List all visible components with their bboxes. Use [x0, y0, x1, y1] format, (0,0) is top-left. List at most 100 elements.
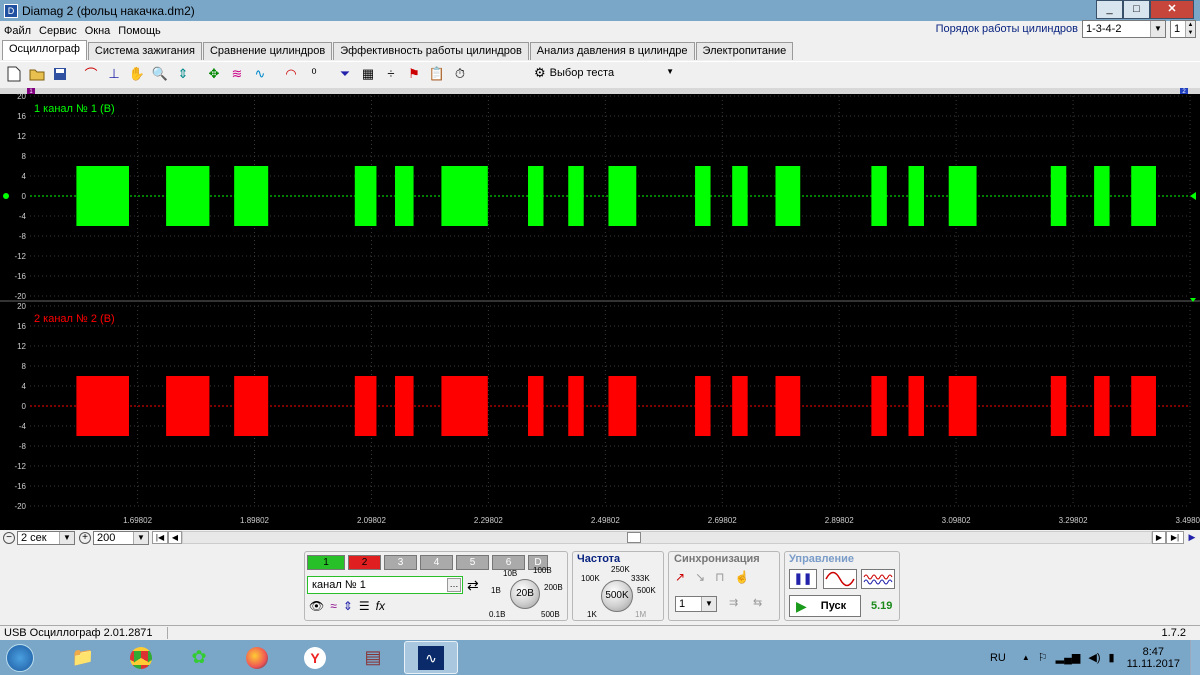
eye-icon[interactable]: 👁 — [309, 599, 324, 613]
maximize-button[interactable]: □ — [1123, 0, 1150, 19]
sync-channel-value: 1 — [679, 598, 686, 610]
menu-windows[interactable]: Окна — [81, 25, 115, 37]
oscilloscope-display[interactable]: 1 2 20 16 12 8 4 0 -4 -8 -12 -16 -20 1 канал № 1 (В) 2… — [0, 88, 1200, 530]
start-menu-button[interactable] — [0, 641, 40, 675]
voltage-knob[interactable]: 20В — [510, 579, 540, 609]
tray-chevron-icon[interactable]: ▲ — [1022, 653, 1030, 662]
y-tick-label: -16 — [14, 272, 26, 281]
pulse-icon[interactable]: ⊓ — [715, 570, 724, 584]
start-button[interactable]: ▶ Пуск — [789, 595, 861, 617]
scroll-last-button[interactable]: ▶| — [1166, 531, 1184, 544]
yandex-task[interactable]: Y — [288, 641, 342, 674]
zoom-icon[interactable]: 🔍 — [150, 64, 170, 84]
volume-icon[interactable]: ◀) — [1088, 651, 1100, 664]
notes-icon[interactable]: 📋 — [427, 64, 447, 84]
more-icon[interactable]: … — [447, 578, 461, 592]
control-panel: Управление ❚❚ ▶ Пуск 5.19 — [784, 551, 900, 621]
show-desktop-button[interactable] — [1190, 640, 1200, 675]
channel-1-button[interactable]: 1 — [307, 555, 345, 570]
sync-channel-select[interactable]: 1 ▼ — [675, 596, 717, 612]
channel-4-button[interactable]: 4 — [420, 555, 453, 570]
menu-help[interactable]: Помощь — [114, 25, 165, 37]
tab-cylinder-compare[interactable]: Сравнение цилиндров — [202, 42, 333, 60]
play-forward-button[interactable]: ▶ — [1184, 531, 1200, 544]
table-icon[interactable]: ▦ — [358, 64, 378, 84]
clock-date: 11.11.2017 — [1126, 657, 1180, 670]
points-select[interactable]: 200 ▼ — [93, 530, 149, 545]
auto-scale-icon[interactable]: ⌒ — [81, 64, 101, 84]
tab-cylinder-efficiency[interactable]: Эффективность работы цилиндров — [333, 42, 529, 60]
clock[interactable]: 8:47 11.11.2017 — [1127, 646, 1180, 670]
fx-icon[interactable]: fx — [376, 599, 385, 613]
single-wave-button[interactable] — [823, 569, 857, 589]
minimize-button[interactable]: _ — [1096, 0, 1123, 19]
hand-icon[interactable]: ✋ — [127, 64, 147, 84]
falling-edge-icon[interactable]: ↘ — [695, 570, 705, 584]
scrollbar-thumb[interactable] — [627, 532, 641, 543]
icq-flower-icon: ✿ — [191, 647, 207, 667]
winrar-task[interactable]: ▤ — [346, 641, 400, 674]
arrows-vertical-icon[interactable]: ⇕ — [343, 599, 353, 613]
horizontal-scrollbar[interactable] — [182, 531, 1152, 544]
continuous-wave-button[interactable] — [861, 569, 895, 589]
flag-icon[interactable]: ⚑ — [404, 64, 424, 84]
zoom-in-icon[interactable]: + — [79, 531, 91, 544]
waves-alt-icon[interactable]: ∿ — [250, 64, 270, 84]
sync-pointer-icon[interactable]: ☝ — [735, 570, 750, 584]
frequency-knob[interactable]: 500K — [601, 580, 633, 612]
flag-tray-icon[interactable]: ⚐ — [1038, 651, 1048, 664]
menu-service[interactable]: Сервис — [35, 25, 81, 37]
firefox-task[interactable] — [230, 641, 284, 674]
channel-settings-icon[interactable]: ⇄ — [467, 577, 479, 594]
scroll-first-button[interactable]: |◀ — [152, 531, 168, 544]
language-indicator[interactable]: RU — [990, 652, 1006, 664]
test-select-label: Выбор теста — [549, 67, 615, 79]
clock-time: 8:47 — [1142, 645, 1164, 658]
scroll-next-button[interactable]: ▶ — [1152, 531, 1166, 544]
cylinder-spinner[interactable]: 1 ▲ ▼ — [1170, 20, 1196, 38]
tab-pressure-analysis[interactable]: Анализ давления в цилиндре — [529, 42, 695, 60]
explorer-task[interactable]: 📁 — [56, 641, 110, 674]
cylinder-order-select[interactable]: 1-3-4-2 ▼ — [1082, 20, 1166, 38]
firefox-icon — [246, 646, 268, 669]
tab-power[interactable]: Электропитание — [695, 42, 794, 60]
sync-right-icon[interactable]: ⇆ — [753, 596, 762, 609]
chrome-task[interactable] — [114, 641, 168, 674]
tab-ignition[interactable]: Система зажигания — [87, 42, 202, 60]
channel-name-field[interactable]: канал № 1 … — [307, 576, 463, 594]
filter-icon[interactable]: ⏷ — [335, 64, 355, 84]
invert-icon[interactable]: ≈ — [330, 599, 337, 613]
channel-5-button[interactable]: 5 — [456, 555, 489, 570]
channel-3-button[interactable]: 3 — [384, 555, 417, 570]
diamag-task[interactable]: ∿ — [404, 641, 458, 674]
auto-test-icon[interactable]: ⏱ — [450, 64, 470, 84]
sync-left-icon[interactable]: ⇉ — [729, 596, 738, 609]
zoom-out-icon[interactable]: − — [3, 531, 15, 544]
y-tick-label: 20 — [17, 92, 26, 101]
lines-icon[interactable]: ☰ — [359, 599, 370, 613]
tab-oscilloscope[interactable]: Осциллограф — [2, 40, 87, 60]
fit-icon[interactable]: ⇕ — [173, 64, 193, 84]
close-button[interactable]: ✕ — [1150, 0, 1194, 19]
open-folder-icon[interactable] — [27, 64, 47, 84]
menu-file[interactable]: Файл — [0, 25, 35, 37]
zero-icon[interactable]: ⁰ — [304, 64, 324, 84]
timebase-select[interactable]: 2 сек ▼ — [17, 530, 75, 545]
scroll-prev-button[interactable]: ◀ — [168, 531, 182, 544]
test-select[interactable]: ⚙ Выбор теста ▼ — [534, 63, 674, 83]
ch2-burst — [166, 376, 210, 436]
battery-icon[interactable]: ▮ — [1109, 651, 1115, 664]
ch2-burst — [1094, 376, 1110, 436]
new-file-icon[interactable] — [4, 64, 24, 84]
divider-icon[interactable]: ÷ — [381, 64, 401, 84]
auto-icon[interactable]: ◠ — [281, 64, 301, 84]
save-icon[interactable] — [50, 64, 70, 84]
expand-icon[interactable]: ✥ — [204, 64, 224, 84]
cursor-measure-icon[interactable]: ⊥ — [104, 64, 124, 84]
signal-icon[interactable]: ▂▄▆ — [1056, 651, 1081, 664]
rising-edge-icon[interactable]: ↗ — [675, 570, 685, 584]
channel-2-button[interactable]: 2 — [348, 555, 381, 570]
waves-icon[interactable]: ≋ — [227, 64, 247, 84]
pause-button[interactable]: ❚❚ — [789, 569, 817, 589]
icq-task[interactable]: ✿ — [172, 641, 226, 674]
